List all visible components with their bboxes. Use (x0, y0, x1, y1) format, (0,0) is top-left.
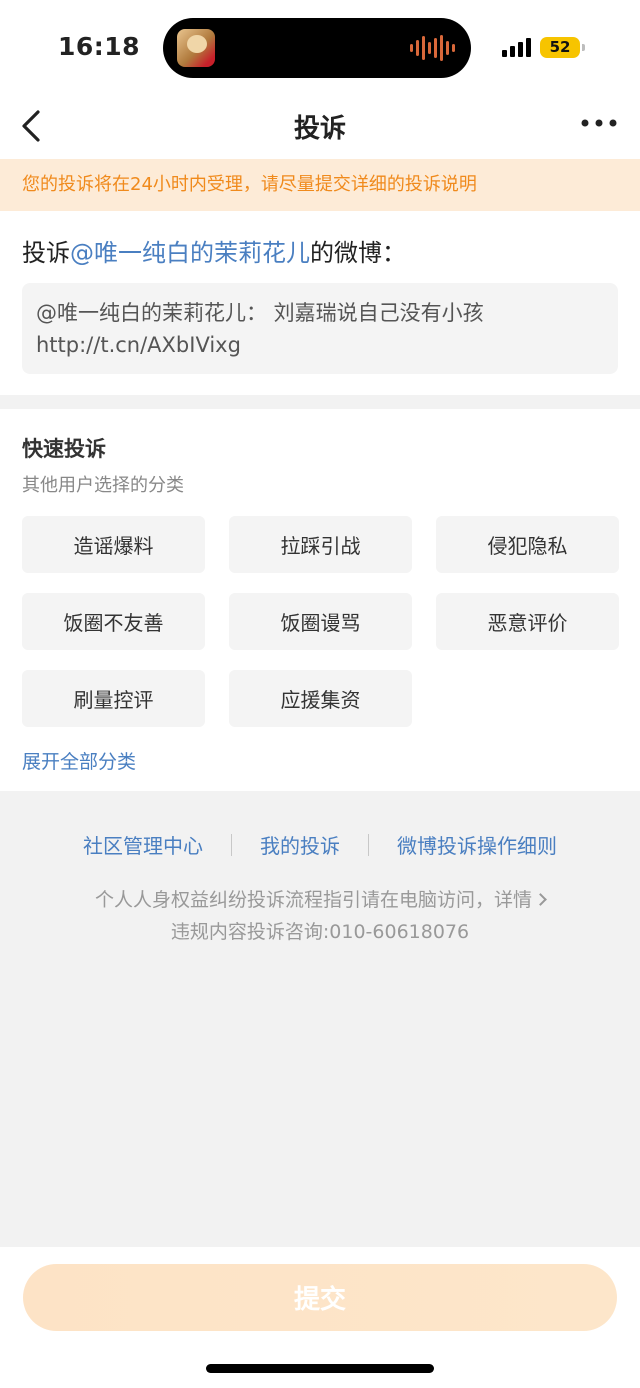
expand-all-categories-link[interactable]: 展开全部分类 (22, 747, 136, 774)
status-bar: 16:18 52 (0, 0, 640, 96)
category-button[interactable]: 拉踩引战 (229, 516, 412, 573)
page-title: 投诉 (293, 114, 346, 144)
battery-icon: 52 (540, 37, 580, 58)
my-complaints-link[interactable]: 我的投诉 (260, 830, 340, 859)
complaint-rules-link[interactable]: 微博投诉操作细则 (397, 830, 557, 859)
link-divider (231, 833, 232, 856)
category-button[interactable]: 应援集资 (229, 670, 412, 727)
cellular-signal-icon (502, 37, 531, 57)
target-suffix: 的微博： (310, 239, 406, 267)
notice-banner: 您的投诉将在24小时内受理，请尽量提交详细的投诉说明 (0, 159, 640, 211)
submit-button[interactable]: 提交 (23, 1264, 617, 1331)
target-user-link[interactable]: @唯一纯白的茉莉花儿 (70, 239, 310, 267)
bottom-bar: 提交 (0, 1247, 640, 1388)
quoted-post: @唯一纯白的茉莉花儿： 刘嘉瑞说自己没有小孩 http://t.cn/AXbIV… (22, 283, 618, 374)
dynamic-island[interactable] (163, 18, 471, 78)
category-grid: 造谣爆料 拉踩引战 侵犯隐私 饭圈不友善 饭圈谩骂 恶意评价 刷量控评 应援集资 (22, 516, 619, 727)
battery-tip (582, 44, 585, 51)
more-dots-icon[interactable] (580, 118, 618, 128)
complaint-target-section: 投诉@唯一纯白的茉莉花儿的微博： @唯一纯白的茉莉花儿： 刘嘉瑞说自己没有小孩 … (0, 211, 640, 395)
audio-wave-icon (410, 34, 455, 62)
hotline-text: 违规内容投诉咨询:010-60618076 (170, 921, 470, 943)
quick-complaint-section: 快速投诉 其他用户选择的分类 造谣爆料 拉踩引战 侵犯隐私 饭圈不友善 饭圈谩骂… (0, 409, 640, 791)
category-button[interactable]: 饭圈谩骂 (229, 593, 412, 650)
chevron-right-icon (534, 893, 547, 906)
status-time: 16:18 (58, 32, 141, 61)
now-playing-artwork (177, 29, 215, 67)
personal-rights-guide[interactable]: 个人人身权益纠纷投诉流程指引请在电脑访问，详情 (0, 884, 640, 916)
footer-links: 社区管理中心 我的投诉 微博投诉操作细则 (0, 830, 640, 859)
home-indicator[interactable] (206, 1364, 434, 1373)
quick-complaint-subtitle: 其他用户选择的分类 (22, 475, 184, 496)
quick-complaint-title: 快速投诉 (22, 437, 106, 461)
personal-rights-guide-text: 个人人身权益纠纷投诉流程指引请在电脑访问，详情 (94, 889, 532, 911)
category-button[interactable]: 造谣爆料 (22, 516, 205, 573)
target-prefix: 投诉 (22, 239, 70, 267)
navigation-bar: 投诉 (0, 96, 640, 159)
community-center-link[interactable]: 社区管理中心 (83, 830, 203, 859)
category-button[interactable]: 饭圈不友善 (22, 593, 205, 650)
category-button[interactable]: 刷量控评 (22, 670, 205, 727)
footer-info: 个人人身权益纠纷投诉流程指引请在电脑访问，详情 违规内容投诉咨询:010-606… (0, 884, 640, 948)
category-button[interactable]: 侵犯隐私 (436, 516, 619, 573)
quoted-post-url: http://t.cn/AXbIVixg (36, 333, 241, 357)
link-divider (368, 833, 369, 856)
quoted-post-text: @唯一纯白的茉莉花儿： 刘嘉瑞说自己没有小孩 (36, 301, 484, 325)
complaint-target-heading: 投诉@唯一纯白的茉莉花儿的微博： (22, 233, 406, 268)
category-button[interactable]: 恶意评价 (436, 593, 619, 650)
